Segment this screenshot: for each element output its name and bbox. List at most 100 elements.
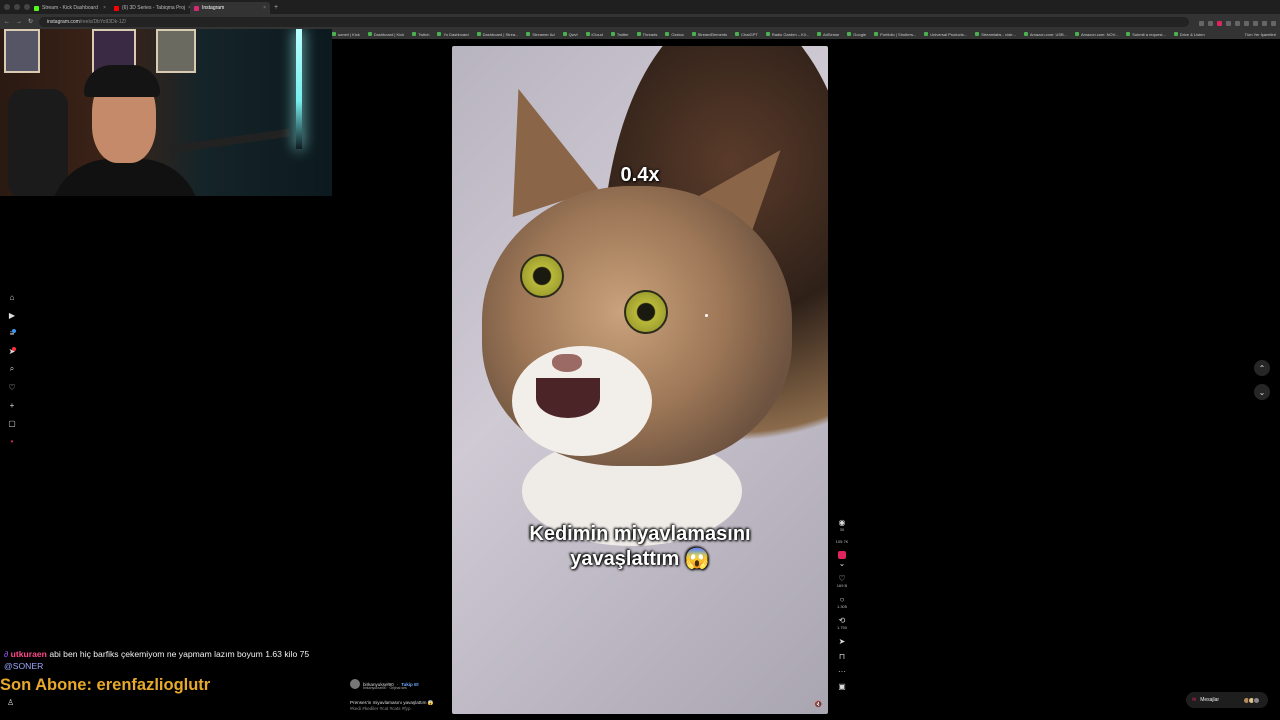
views-icon: ◉ — [838, 518, 846, 527]
bookmark-favicon-icon — [562, 32, 567, 36]
author-avatar[interactable] — [350, 679, 360, 689]
bookmark-item[interactable]: Radio Garden – Kli... — [765, 32, 809, 37]
explore-icon[interactable]: ➤ — [0, 342, 24, 360]
bookmark-item[interactable]: Amazon.com: NOV... — [1075, 32, 1118, 37]
instagram-sidebar: ⌂ ▶ ≡ ➤ ⌕ ♡ + ▢ • — [0, 288, 24, 450]
bookmark-favicon-icon — [585, 32, 590, 36]
bookmark-item[interactable]: iCloud — [585, 32, 603, 37]
badge-icon — [838, 551, 846, 559]
bookmark-item[interactable]: Qwvl — [562, 32, 578, 37]
messages-button[interactable]: ✉ Mesajlar — [1186, 692, 1268, 708]
bookmark-item[interactable]: Google — [847, 32, 866, 37]
bookmark-item[interactable]: Streamlabs - víde... — [975, 32, 1016, 37]
metric-label: 105.7K — [835, 539, 849, 544]
bookmark-favicon-icon — [691, 32, 696, 36]
subscriber-banner: Son Abone: erenfazlioglutr — [0, 676, 211, 694]
reel-caption: Kedimin miyavlamasını yavaşlattım 😱 — [452, 522, 828, 572]
bookmark-item[interactable]: Dashboard | Strea... — [476, 32, 518, 37]
reel-actions: ◉ 30 105.7K ⌄ ♡ 169 B ○ 1.305 ⟲ 1.750 ➤ … — [832, 518, 852, 697]
url-path: /reels/DbYo93Dk-1Z/ — [79, 18, 127, 25]
bookmark-item[interactable]: Drive & Listen — [1173, 32, 1205, 37]
share-button[interactable]: ➤ — [839, 637, 846, 646]
bookmark-favicon-icon — [1173, 32, 1178, 36]
browser-tab-instagram[interactable]: Instagram × — [190, 2, 270, 14]
chevron-down-icon[interactable]: ⌄ — [839, 559, 846, 568]
bookmark-favicon-icon — [437, 32, 442, 36]
create-icon[interactable]: + — [0, 396, 24, 414]
close-tab-icon[interactable]: × — [263, 5, 266, 11]
cat-mouth — [536, 378, 600, 418]
chat-text: abi ben hiç barfiks çekemiyom ne yapmam … — [49, 649, 310, 659]
messages-box-icon[interactable]: ▢ — [0, 414, 24, 432]
browser-tab-kick[interactable]: Stream - Kick Dashboard × — [30, 2, 110, 14]
bookmark-item[interactable]: Twitch — [412, 32, 429, 37]
comment-button[interactable]: ○ 1.305 — [837, 595, 847, 610]
bookmark-favicon-icon — [332, 32, 336, 36]
pink-badge[interactable]: ⌄ — [838, 551, 846, 568]
audio-thumbnail[interactable]: ▣ — [838, 682, 846, 691]
bookmark-favicon-icon — [636, 32, 641, 36]
home-icon[interactable]: ⌂ — [0, 288, 24, 306]
window-controls[interactable] — [0, 4, 30, 10]
reload-icon[interactable]: ↻ — [28, 18, 33, 25]
caption-line-2: yavaşlattım 😱 — [570, 548, 710, 570]
bookmarks-bar: sonerl | Kick Dashboard | Kick Twitch Yo Da… — [330, 29, 1280, 39]
like-button[interactable]: ♡ 169 B — [837, 574, 847, 589]
bookmark-item[interactable]: Twitter — [610, 32, 629, 37]
bookmark-favicon-icon — [367, 32, 372, 36]
bookmark-favicon-icon — [1023, 32, 1028, 36]
bookmark-item[interactable]: Yo Dashboard — [437, 32, 469, 37]
bookmark-item[interactable]: ChatGPT — [735, 32, 758, 37]
bookmark-item[interactable]: AdSense — [816, 32, 839, 37]
forward-icon[interactable]: → — [16, 19, 22, 25]
bookmark-item[interactable]: Submit a request... — [1126, 32, 1166, 37]
back-icon[interactable]: ← — [4, 19, 10, 25]
messenger-icon: ✉ — [1192, 697, 1197, 703]
audio-label[interactable]: birkanyuksel90 · Orijinal ses — [350, 686, 450, 690]
bookmark-item[interactable]: sonerl | Kick — [332, 32, 360, 37]
more-icon[interactable]: • — [0, 432, 24, 450]
profile-icon[interactable]: ♙ — [7, 698, 14, 707]
bookmark-favicon-icon — [975, 32, 980, 36]
mute-icon[interactable]: 🔇 — [815, 701, 822, 708]
save-button[interactable]: ⊓ — [839, 652, 845, 661]
menu-icon[interactable]: ≡ — [0, 324, 24, 342]
wall-picture — [4, 29, 40, 73]
repost-button[interactable]: ⟲ 1.750 — [837, 616, 847, 631]
repost-icon: ⟲ — [838, 616, 846, 625]
bookmark-favicon-icon — [765, 32, 770, 36]
bookmark-favicon-icon — [610, 32, 615, 36]
share-icon: ➤ — [838, 637, 846, 646]
chat-mention: @SONER — [4, 661, 44, 671]
bookmark-item[interactable]: Amazon.com: USB... — [1023, 32, 1067, 37]
bookmark-item[interactable]: Universal Products... — [924, 32, 967, 37]
screen: Stream - Kick Dashboard × (6) 3D Series … — [0, 0, 1280, 720]
extensions-area[interactable] — [1195, 13, 1276, 31]
search-icon[interactable]: ⌕ — [0, 360, 24, 378]
previous-reel-button[interactable]: ⌃ — [1254, 360, 1270, 376]
heart-icon: ♡ — [838, 574, 846, 583]
bookmark-item[interactable]: Dashboard | Kick — [367, 32, 404, 37]
webcam-overlay — [0, 29, 332, 196]
heart-icon[interactable]: ♡ — [0, 378, 24, 396]
reel-video[interactable]: 0.4x Kedimin miyavlamasını yavaşlattım 😱… — [452, 46, 828, 714]
address-bar[interactable]: instagram.com/reels/DbYo93Dk-1Z/ — [39, 16, 1189, 27]
all-bookmarks-button[interactable]: Tüm Yer İşaretleri — [1245, 32, 1280, 37]
new-tab-button[interactable]: + — [274, 4, 278, 11]
url-host: instagram.com — [47, 18, 80, 25]
wall-picture — [156, 29, 196, 73]
bookmark-favicon-icon — [476, 32, 481, 36]
browser-tab-youtube[interactable]: (6) 3D Series - Tabiqma Proj × — [110, 2, 190, 14]
bookmark-item[interactable]: Ozzica — [665, 32, 684, 37]
reels-icon[interactable]: ▶ — [0, 306, 24, 324]
microphone-arm — [170, 128, 290, 154]
more-options-button[interactable]: ··· — [838, 667, 846, 676]
bookmark-item[interactable]: StreamElements — [691, 32, 727, 37]
close-tab-icon[interactable]: × — [103, 5, 106, 11]
bookmark-item[interactable]: Streamer Ad — [526, 32, 555, 37]
bookmark-item[interactable]: Portfolio | Shutters... — [874, 32, 916, 37]
next-reel-button[interactable]: ⌄ — [1254, 384, 1270, 400]
bookmark-item[interactable]: Threads — [636, 32, 657, 37]
browser-tab-strip: Stream - Kick Dashboard × (6) 3D Series … — [0, 0, 1280, 14]
reel-hashtags[interactable]: #kedi #kediler #cat #cats #fyp — [350, 706, 450, 711]
